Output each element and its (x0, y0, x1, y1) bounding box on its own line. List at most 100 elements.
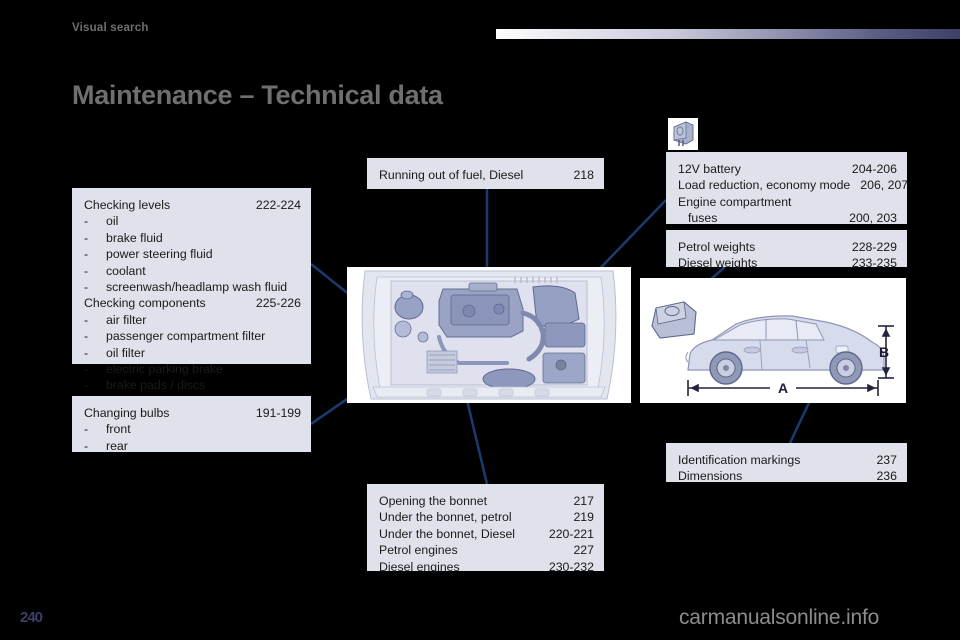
car-side-dimensions-illustration: B A (640, 278, 906, 403)
index-entry-page: 233-235 (851, 256, 897, 271)
index-entry-label: Petrol engines (379, 543, 458, 558)
bullet-dash: - (84, 247, 89, 262)
checking-levels-panel[interactable]: Checking levels 222-224 - oil - brake fluid - p… (72, 188, 311, 392)
index-bullet-item[interactable]: - oil filter (84, 345, 301, 361)
index-entry-page: 220-221 (548, 526, 594, 541)
index-entry-row[interactable]: Checking levels 222-224 (84, 197, 301, 213)
index-entry-label: Changing bulbs (84, 406, 170, 420)
index-bullet-item[interactable]: - screenwash/headlamp wash fluid (84, 279, 301, 295)
bullet-dash: - (84, 280, 89, 295)
index-entry-label: Under the bonnet, petrol (379, 510, 512, 525)
index-entry-row[interactable]: Running out of fuel, Diesel 218 (379, 167, 594, 183)
index-entry-label: Dimensions (678, 469, 743, 484)
page-number: 240 (20, 609, 43, 626)
bullet-dash: - (84, 378, 89, 393)
index-entry-row[interactable]: Under the bonnet, petrol 219 (379, 509, 594, 525)
index-bullet-item[interactable]: - passenger compartment filter (84, 328, 301, 344)
bullet-dash: - (84, 362, 89, 377)
index-entry-label: Running out of fuel, Diesel (379, 168, 524, 182)
site-watermark: carmanualsonline.info (679, 606, 880, 629)
index-entry-row[interactable]: 12V battery 204-206 (678, 161, 897, 177)
index-entry-row[interactable]: Petrol engines 227 (379, 542, 594, 558)
identification-panel[interactable]: Identification markings 237 Dimensions 236 (666, 443, 907, 484)
index-entry-label: Petrol weights (678, 240, 756, 254)
index-entry-label: - coolant (84, 263, 146, 278)
index-bullet-item[interactable]: - brake fluid (84, 230, 301, 246)
index-entry-row[interactable]: Changing bulbs 191-199 (84, 405, 301, 421)
index-entry-row[interactable]: Load reduction, economy mode 206, 207 (678, 177, 908, 193)
bullet-dash: - (84, 214, 89, 229)
index-entry-label: - oil (84, 214, 119, 229)
fuse-icon (668, 118, 698, 150)
battery-and-fuses-panel[interactable]: 12V battery 204-206 Load reduction, econom… (666, 152, 908, 226)
index-entry-page: 225-226 (255, 296, 301, 311)
index-bullet-item[interactable]: - coolant (84, 263, 301, 279)
index-entry-label: Opening the bonnet (379, 494, 488, 508)
engine-compartment-illustration (347, 267, 631, 403)
dimension-label-B: B (879, 344, 889, 360)
index-bullet-item[interactable]: - air filter (84, 312, 301, 328)
index-entry-label: - power steering fluid (84, 247, 213, 262)
index-entry-row[interactable]: Dimensions 236 (678, 468, 897, 484)
index-entry-row[interactable]: Opening the bonnet 217 (379, 493, 594, 509)
index-entry-label: - passenger compartment filter (84, 329, 266, 344)
index-entry-label: - brake fluid (84, 230, 163, 245)
bullet-dash: - (84, 230, 89, 245)
index-entry-label: Engine compartment (678, 194, 792, 209)
index-entry-label: - electric parking brake (84, 362, 223, 377)
changing-bulbs-panel[interactable]: Changing bulbs 191-199 - front - rear (72, 396, 311, 454)
index-entry-page: 217 (573, 494, 594, 508)
index-entry-label: Diesel weights (678, 256, 758, 271)
index-entry-row[interactable]: Diesel engines 230-232 (379, 559, 594, 575)
index-entry-label: Load reduction, economy mode (678, 178, 851, 193)
index-entry-page: 222-224 (255, 198, 301, 212)
index-bullet-item[interactable]: - electric parking brake (84, 361, 301, 377)
index-entry-row[interactable]: Checking components 225-226 (84, 295, 301, 311)
index-entry-label: Checking components (84, 296, 206, 311)
index-entry-label: - front (84, 422, 131, 437)
bullet-dash: - (84, 345, 89, 360)
index-entry-label: - brake pads / discs (84, 378, 206, 393)
index-bullet-item[interactable]: - brake pads / discs (84, 377, 301, 393)
index-entry-page: 230-232 (548, 559, 594, 574)
weights-panel[interactable]: Petrol weights 228-229 Diesel weights 233-2… (666, 230, 907, 270)
index-entry-page: 191-199 (255, 406, 301, 420)
bullet-dash: - (84, 329, 89, 344)
bullet-dash: - (84, 263, 89, 278)
dimension-label-A: A (778, 380, 788, 396)
bullet-dash: - (84, 422, 89, 437)
wheel-nut-cover-icon (651, 301, 697, 339)
index-entry-row[interactable]: Engine compartment (678, 194, 897, 210)
index-entry-label: Checking levels (84, 198, 171, 212)
bullet-dash: - (84, 438, 89, 453)
index-entry-label: 12V battery (678, 162, 741, 176)
index-entry-label: Diesel engines (379, 559, 460, 574)
index-bullet-item[interactable]: - rear (84, 438, 301, 454)
index-entry-page: 236 (876, 469, 897, 484)
index-entry-row[interactable]: Identification markings 237 (678, 452, 897, 468)
index-entry-page: 218 (573, 168, 594, 182)
running-out-of-fuel-panel[interactable]: Running out of fuel, Diesel 218 (367, 158, 604, 189)
index-entry-page: 237 (876, 453, 897, 467)
index-entry-page: 200, 203 (849, 211, 897, 226)
index-bullet-item[interactable]: - oil (84, 213, 301, 229)
index-entry-page: 227 (573, 543, 594, 558)
index-entry-row[interactable]: Diesel weights 233-235 (678, 255, 897, 271)
index-entry-page: 219 (573, 510, 594, 525)
index-entry-row[interactable]: Petrol weights 228-229 (678, 239, 897, 255)
index-entry-page: 228-229 (851, 240, 897, 254)
under-the-bonnet-panel[interactable]: Opening the bonnet 217 Under the bonnet, p… (367, 484, 604, 574)
index-entry-row[interactable]: fuses 200, 203 (678, 210, 897, 226)
bullet-dash: - (84, 312, 89, 327)
index-entry-label: Under the bonnet, Diesel (379, 526, 516, 541)
index-entry-page: 204-206 (851, 162, 897, 176)
index-bullet-item[interactable]: - power steering fluid (84, 246, 301, 262)
index-entry-page: 206, 207 (860, 178, 909, 193)
index-entry-label: - oil filter (84, 345, 145, 360)
index-entry-label: - air filter (84, 312, 147, 327)
index-bullet-item[interactable]: - front (84, 421, 301, 437)
index-entry-label: Identification markings (678, 453, 801, 467)
index-entry-label: - rear (84, 438, 128, 453)
index-entry-row[interactable]: Under the bonnet, Diesel 220-221 (379, 526, 594, 542)
manual-page: Visual search Maintenance – Technical da… (0, 0, 960, 640)
